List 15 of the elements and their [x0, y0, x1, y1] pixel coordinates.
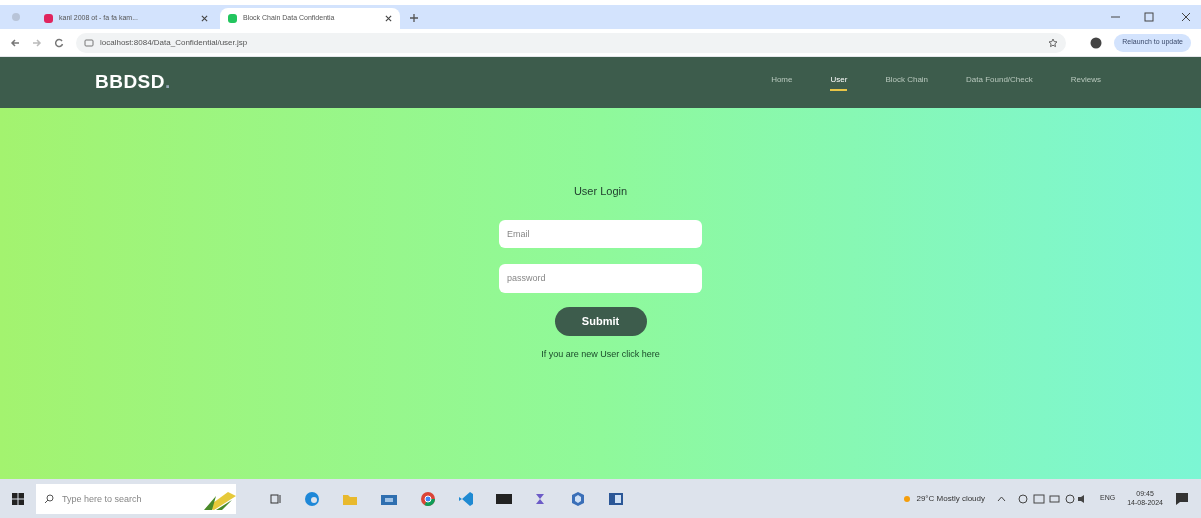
submit-button[interactable]: Submit — [554, 306, 647, 336]
brand-logo[interactable]: BBDSD. — [95, 68, 171, 97]
url-text: localhost:8084/Data_Confidential/user.jsp — [100, 36, 248, 49]
address-bar[interactable]: localhost:8084/Data_Confidential/user.jsp — [76, 32, 1067, 53]
nav-link[interactable]: Data Found/Check — [966, 74, 1033, 91]
nav-link[interactable]: Reviews — [1070, 74, 1101, 91]
nav-link[interactable]: Home — [771, 74, 793, 91]
taskbar-search-field[interactable]: Type here to search — [36, 483, 236, 514]
login-title: User Login — [573, 184, 628, 199]
password-field[interactable]: password — [499, 263, 702, 293]
nav-link[interactable]: User — [830, 74, 848, 91]
register-link[interactable]: If you are new User click here — [541, 347, 660, 361]
weather-text[interactable]: 29°C Mostly cloudy — [916, 492, 985, 505]
nav-link[interactable]: Block Chain — [885, 74, 929, 91]
email-field[interactable]: Email — [499, 219, 702, 248]
